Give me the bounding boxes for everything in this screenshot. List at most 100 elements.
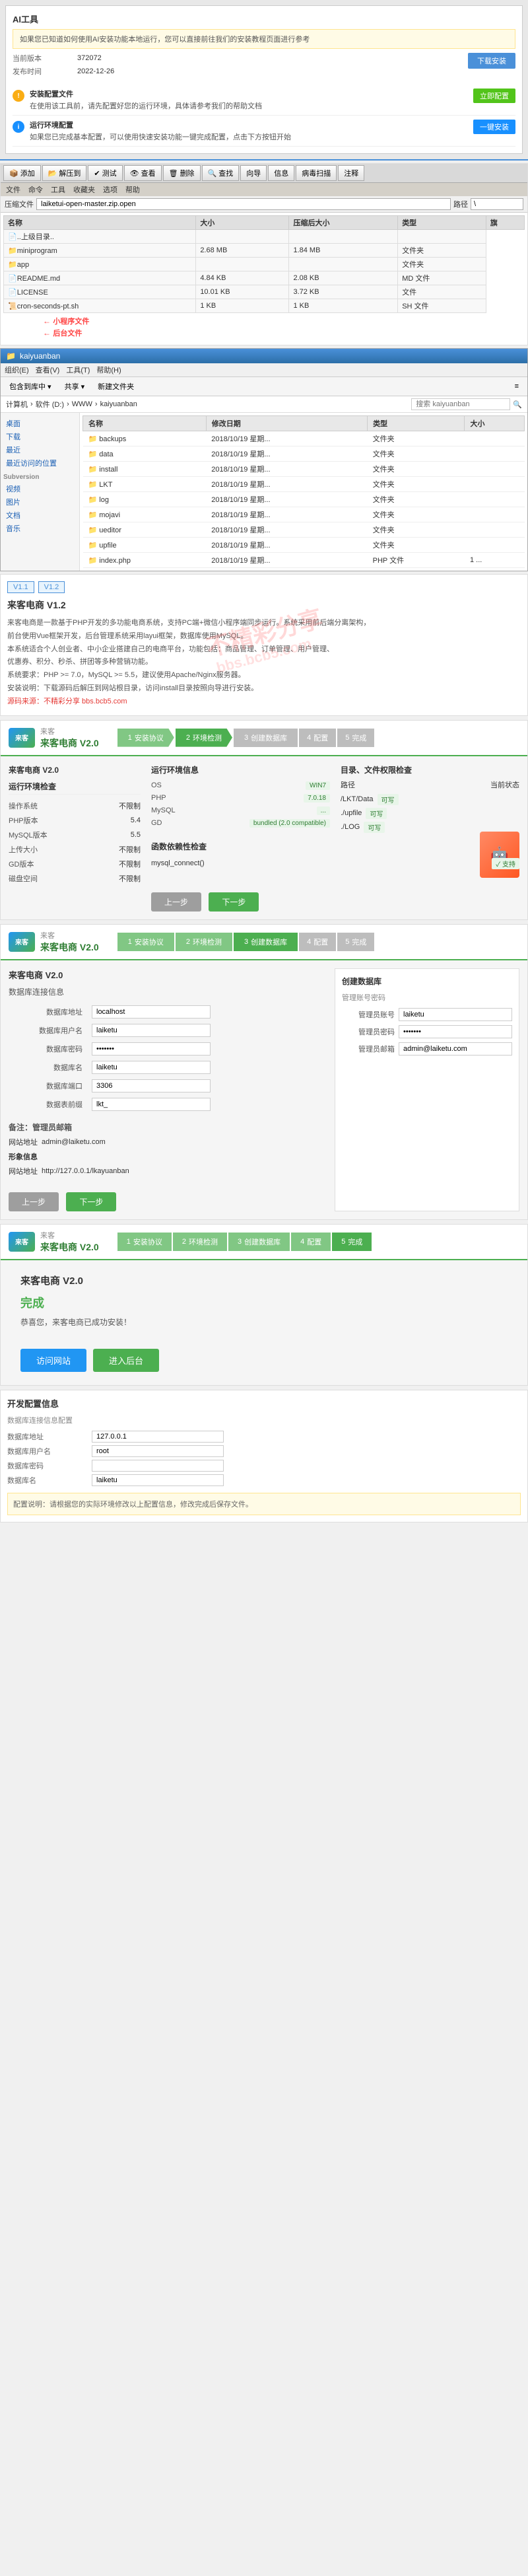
prev-button-step2[interactable]: 上一步 (9, 1192, 59, 1211)
rar-file-row[interactable]: 📄..上级目录.. (4, 230, 525, 244)
wizard-button[interactable]: 向导 (240, 165, 267, 181)
col-compressed[interactable]: 压缩后大小 (289, 216, 398, 230)
explorer-file-row[interactable]: 📁 backups 2018/10/19 星期... 文件夹 (83, 431, 525, 447)
step1-bar[interactable]: 1 安装协议 (117, 729, 174, 747)
rar-file-row[interactable]: 📁app 文件夹 (4, 258, 525, 271)
menu-tools[interactable]: 工具 (51, 184, 65, 195)
menu-options[interactable]: 选项 (103, 184, 117, 195)
db-port-input[interactable] (92, 1079, 211, 1092)
explorer-file-row[interactable]: 📁 ueditor 2018/10/19 星期... 文件夹 (83, 522, 525, 538)
toolbar-library-btn[interactable]: 包含到库中 ▾ (5, 379, 56, 394)
exp-col-type[interactable]: 类型 (368, 416, 465, 431)
install-button[interactable]: 一键安装 (473, 120, 515, 134)
col-type[interactable]: 类型 (398, 216, 486, 230)
download-button[interactable]: 下载安装 (468, 53, 515, 69)
admin-pass-input[interactable] (399, 1025, 512, 1038)
menu-help[interactable]: 帮助 (125, 184, 140, 195)
s2-step2-bar[interactable]: 2 环境检测 (176, 933, 232, 951)
admin-user-input[interactable] (399, 1008, 512, 1021)
sidebar-docs[interactable]: 文档 (3, 509, 77, 522)
step3-bar[interactable]: 3 创建数据库 (234, 729, 298, 747)
rar-file-row[interactable]: 📜cron-seconds-pt.sh 1 KB 1 KB SH 文件 (4, 299, 525, 313)
sc-step4[interactable]: 4 配置 (291, 1233, 331, 1251)
prev-button-step1[interactable]: 上一步 (151, 892, 201, 912)
archive-path-input[interactable] (36, 198, 451, 210)
sc-step1[interactable]: 1 安装协议 (117, 1233, 172, 1251)
config-dbpass-input[interactable] (92, 1460, 224, 1472)
db-host-input[interactable] (92, 1005, 211, 1019)
explorer-file-row[interactable]: 📁 mojavi 2018/10/19 星期... 文件夹 (83, 507, 525, 522)
step5-bar[interactable]: 5 完成 (337, 729, 374, 747)
exp-col-size[interactable]: 大小 (465, 416, 525, 431)
next-button-step2[interactable]: 下一步 (66, 1192, 116, 1211)
toolbar-new-folder-btn[interactable]: 新建文件夹 (93, 379, 139, 394)
sidebar-download[interactable]: 下载 (3, 430, 77, 443)
breadcrumb-drive[interactable]: 软件 (D:) (36, 399, 64, 410)
setup-button[interactable]: 立即配置 (473, 89, 515, 103)
s2-step1-bar[interactable]: 1 安装协议 (117, 933, 174, 951)
view-button[interactable]: 👁 查看 (124, 165, 162, 181)
db-pass-input[interactable] (92, 1042, 211, 1055)
sidebar-video[interactable]: 视频 (3, 482, 77, 495)
sidebar-recent-visited[interactable]: 最近访问的位置 (3, 456, 77, 470)
col-name[interactable]: 名称 (4, 216, 196, 230)
explorer-file-row[interactable]: 📁 LKT 2018/10/19 星期... 文件夹 (83, 477, 525, 492)
extract-button[interactable]: 📂 解压到 (42, 165, 87, 181)
step4-bar[interactable]: 4 配置 (299, 729, 336, 747)
exp-menu-tools[interactable]: 工具(T) (66, 365, 90, 375)
step2-bar[interactable]: 2 环境检测 (176, 729, 232, 747)
sc-step5[interactable]: 5 完成 (332, 1233, 372, 1251)
breadcrumb-computer[interactable]: 计算机 (6, 399, 28, 410)
db-name-input[interactable] (92, 1061, 211, 1074)
db-user-input[interactable] (92, 1024, 211, 1037)
virus-button[interactable]: 病毒扫描 (296, 165, 337, 181)
rar-file-row[interactable]: 📄README.md 4.84 KB 2.08 KB MD 文件 (4, 271, 525, 285)
rar-file-row[interactable]: 📄LICENSE 10.01 KB 3.72 KB 文件 (4, 285, 525, 299)
explorer-search-input[interactable] (411, 398, 510, 410)
config-dbhost-input[interactable] (92, 1431, 224, 1443)
admin-panel-button[interactable]: 进入后台 (93, 1349, 159, 1372)
rar-file-row[interactable]: 📁miniprogram 2.68 MB 1.84 MB 文件夹 (4, 244, 525, 258)
exp-menu-help[interactable]: 帮助(H) (96, 365, 121, 375)
test-button[interactable]: ✔ 测试 (88, 165, 122, 181)
next-button-step1[interactable]: 下一步 (209, 892, 259, 912)
search-icon[interactable]: 🔍 (513, 400, 522, 409)
comment-button[interactable]: 注释 (338, 165, 364, 181)
db-prefix-input[interactable] (92, 1098, 211, 1111)
menu-file[interactable]: 文件 (6, 184, 20, 195)
breadcrumb-kaiyuanban[interactable]: kaiyuanban (100, 400, 137, 408)
exp-col-name[interactable]: 名称 (83, 416, 207, 431)
s2-step4-bar[interactable]: 4 配置 (299, 933, 336, 951)
sidebar-images[interactable]: 图片 (3, 495, 77, 509)
s2-step5-bar[interactable]: 5 完成 (337, 933, 374, 951)
path-input[interactable] (471, 198, 523, 210)
explorer-file-row[interactable]: 📁 index.php 2018/10/19 星期... PHP 文件 1 ..… (83, 553, 525, 568)
explorer-file-row[interactable]: 📁 upfile 2018/10/19 星期... 文件夹 (83, 538, 525, 553)
visit-site-button[interactable]: 访问网站 (20, 1349, 86, 1372)
delete-button[interactable]: 🗑 删除 (163, 165, 201, 181)
toolbar-share-btn[interactable]: 共享 ▾ (60, 379, 90, 394)
config-dbname-input[interactable] (92, 1474, 224, 1486)
toolbar-view-btn[interactable]: ≡ (510, 380, 523, 392)
sc-step3[interactable]: 3 创建数据库 (228, 1233, 290, 1251)
sc-step2[interactable]: 2 环境检测 (173, 1233, 227, 1251)
explorer-file-row[interactable]: 📁 install 2018/10/19 星期... 文件夹 (83, 462, 525, 477)
s2-step3-bar[interactable]: 3 创建数据库 (234, 933, 298, 951)
menu-command[interactable]: 命令 (28, 184, 43, 195)
sidebar-music[interactable]: 音乐 (3, 522, 77, 535)
sidebar-recent[interactable]: 最近 (3, 443, 77, 456)
config-dbuser-input[interactable] (92, 1445, 224, 1457)
col-size[interactable]: 大小 (196, 216, 289, 230)
explorer-file-row[interactable]: 📁 data 2018/10/19 星期... 文件夹 (83, 447, 525, 462)
find-button[interactable]: 🔍 查找 (202, 165, 240, 181)
admin-email-input[interactable] (399, 1042, 512, 1055)
menu-favorites[interactable]: 收藏夹 (73, 184, 95, 195)
breadcrumb-www[interactable]: WWW (72, 400, 92, 408)
exp-menu-organize[interactable]: 组织(E) (5, 365, 29, 375)
add-button[interactable]: 📦 添加 (3, 165, 41, 181)
info-button[interactable]: 信息 (268, 165, 294, 181)
explorer-file-row[interactable]: 📁 log 2018/10/19 星期... 文件夹 (83, 492, 525, 507)
exp-col-date[interactable]: 修改日期 (206, 416, 367, 431)
exp-menu-view[interactable]: 查看(V) (36, 365, 60, 375)
sidebar-desktop[interactable]: 桌面 (3, 417, 77, 430)
